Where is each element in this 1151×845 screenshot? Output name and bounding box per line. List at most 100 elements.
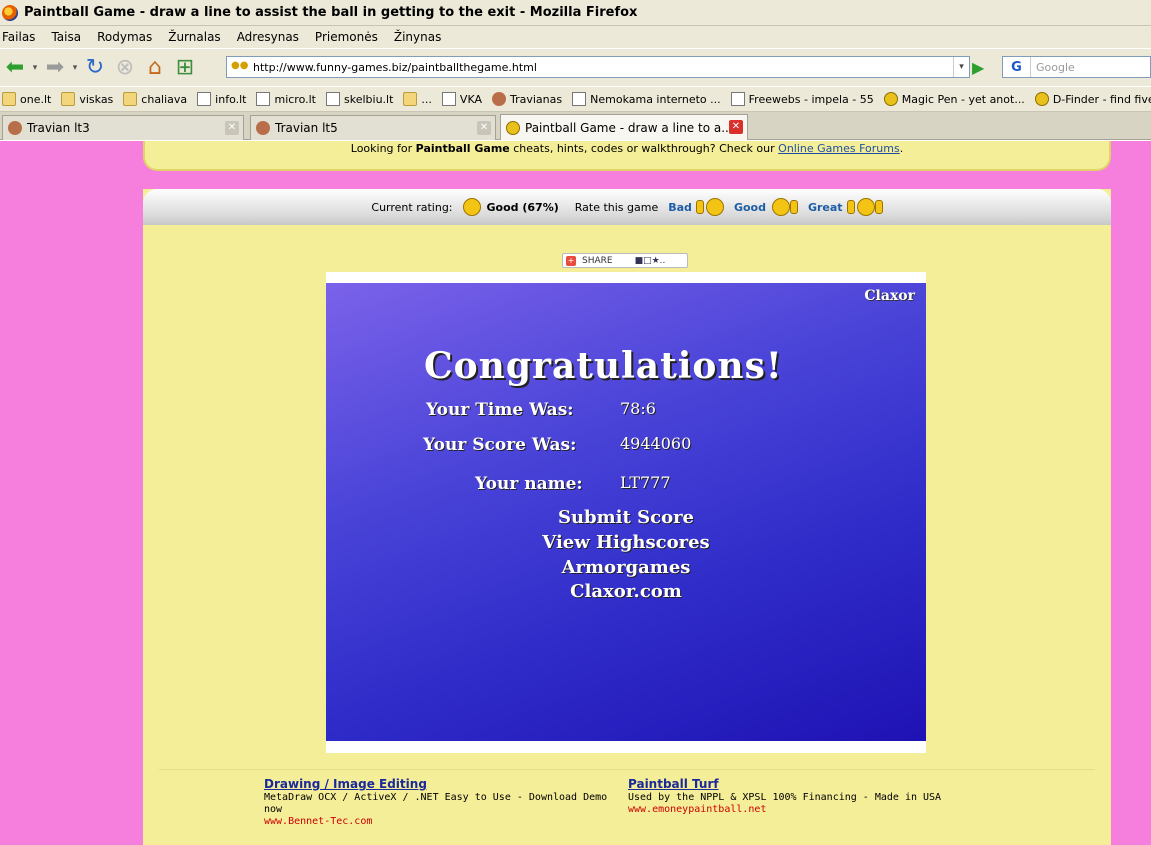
page-icon — [197, 92, 212, 106]
address-history-dropdown-icon[interactable]: ▾ — [953, 57, 969, 77]
page-icon — [730, 92, 745, 106]
sad-face-icon[interactable] — [705, 198, 724, 216]
ad-title-link[interactable]: Paintball Turf — [628, 777, 968, 791]
menu-history[interactable]: Žurnalas — [168, 30, 220, 44]
current-rating-label: Current rating: — [371, 200, 453, 214]
google-engine-icon[interactable]: G — [1003, 57, 1031, 77]
name-label: Your name: — [475, 474, 583, 494]
game-canvas[interactable]: Claxor Congratulations! Your Time Was: 7… — [326, 283, 926, 741]
thumbs-up-icon[interactable] — [874, 200, 883, 214]
share-button[interactable]: + SHARE ■□★.. — [562, 253, 688, 268]
congratulations-heading: Congratulations! — [424, 345, 783, 387]
bookmark-label: Freewebs - impela - 55 — [748, 92, 874, 106]
stop-icon[interactable]: ⊗ — [110, 53, 140, 83]
cool-face-icon[interactable] — [771, 198, 790, 216]
social-icons: ■□★.. — [634, 255, 666, 266]
reload-icon[interactable]: ↻ — [80, 53, 110, 83]
thumbs-down-icon[interactable] — [695, 200, 704, 214]
forward-history-dropdown-icon[interactable]: ▾ — [70, 63, 80, 73]
thumbs-up-icon[interactable] — [846, 200, 855, 214]
menu-edit[interactable]: Taisa — [51, 30, 81, 44]
menu-bookmarks[interactable]: Adresynas — [237, 30, 299, 44]
bookmark-item[interactable]: Travianas — [492, 92, 562, 106]
tab-travian-lt5[interactable]: Travian lt5 ✕ — [250, 115, 496, 140]
plus-icon: + — [566, 255, 576, 266]
bookmark-item[interactable]: viskas — [61, 92, 113, 106]
bookmark-item[interactable]: D-Finder - find five di... — [1034, 92, 1151, 106]
name-input[interactable]: LT777 — [620, 473, 671, 492]
time-label: Your Time Was: — [426, 400, 574, 420]
home-icon[interactable]: ⌂ — [140, 53, 170, 83]
rate-good-link[interactable]: Good — [734, 201, 766, 214]
bookmark-item[interactable]: Freewebs - impela - 55 — [730, 92, 874, 106]
search-input[interactable]: Google — [1036, 61, 1075, 74]
ad-block: Drawing / Image Editing MetaDraw OCX / A… — [264, 777, 614, 827]
menu-help[interactable]: Žinynas — [394, 30, 441, 44]
bookmark-item[interactable]: info.lt — [197, 92, 246, 106]
rate-bad-link[interactable]: Bad — [668, 201, 692, 214]
claxor-logo[interactable]: Claxor — [864, 288, 915, 304]
site-favicon-icon: ●● — [231, 60, 249, 71]
user-icon — [492, 92, 506, 106]
page-icon — [441, 92, 456, 106]
ad-url-link[interactable]: www.emoneypaintball.net — [628, 804, 968, 815]
close-icon[interactable]: ✕ — [477, 121, 491, 135]
notice-middle: cheats, hints, codes or walkthrough? Che… — [509, 142, 779, 155]
bookmark-label: Travianas — [510, 92, 563, 106]
page-icon — [326, 92, 340, 106]
thumbs-up-icon[interactable] — [789, 200, 798, 214]
smile-icon — [506, 120, 520, 135]
notice-suffix: . — [899, 142, 904, 155]
bookmark-item[interactable]: Magic Pen - yet anot... — [883, 92, 1025, 106]
bookmark-item[interactable]: micro.lt — [256, 92, 316, 106]
page-viewport: Looking for Paintball Game cheats, hints… — [0, 141, 1151, 845]
menu-tools[interactable]: Priemonės — [315, 30, 378, 44]
bookmark-item[interactable]: one.lt — [2, 92, 51, 106]
score-value: 4944060 — [620, 434, 692, 453]
claxor-link[interactable]: Claxor.com — [326, 581, 926, 602]
rate-great-link[interactable]: Great — [808, 201, 843, 214]
bookmark-item[interactable]: Nemokama interneto ... — [572, 92, 721, 106]
laughing-face-icon[interactable] — [856, 198, 875, 216]
view-highscores-button[interactable]: View Highscores — [326, 532, 926, 553]
bookmark-label: skelbiu.lt — [344, 92, 394, 106]
submit-score-button[interactable]: Submit Score — [326, 507, 926, 528]
notice-prefix: Looking for — [350, 142, 416, 155]
search-box[interactable]: G Google — [1002, 56, 1151, 78]
back-history-dropdown-icon[interactable]: ▾ — [30, 63, 40, 73]
close-icon[interactable]: ✕ — [225, 121, 239, 135]
navigation-toolbar: ⬅ ▾ ➡ ▾ ↻ ⊗ ⌂ ⊞ ●● http://www.funny-game… — [0, 48, 1151, 86]
tab-label: Travian lt5 — [275, 121, 338, 135]
bookmark-item[interactable]: ... — [403, 92, 432, 106]
forward-arrow-icon[interactable]: ➡ — [40, 53, 70, 83]
bookmark-item[interactable]: skelbiu.lt — [326, 92, 393, 106]
ad-text: now — [264, 804, 283, 815]
bookmark-item[interactable]: VKA — [441, 92, 482, 106]
ads-divider — [159, 769, 1095, 770]
tab-label: Travian lt3 — [27, 121, 90, 135]
ad-text: MetaDraw OCX / ActiveX / .NET Easy to Us… — [264, 792, 608, 803]
armorgames-link[interactable]: Armorgames — [326, 557, 926, 578]
score-label: Your Score Was: — [423, 435, 577, 455]
address-bar[interactable]: ●● http://www.funny-games.biz/paintballt… — [226, 56, 970, 78]
go-arrow-icon[interactable]: ▶ — [972, 58, 992, 78]
window-title: Paintball Game - draw a line to assist t… — [24, 5, 638, 20]
bookmark-item[interactable]: chaliava — [123, 92, 187, 106]
ad-title-link[interactable]: Drawing / Image Editing — [264, 777, 614, 791]
back-arrow-icon[interactable]: ⬅ — [0, 53, 30, 83]
address-input[interactable]: http://www.funny-games.biz/paintballtheg… — [253, 61, 953, 74]
tab-travian-lt3[interactable]: Travian lt3 ✕ — [2, 115, 244, 140]
tab-paintball-game[interactable]: Paintball Game - draw a line to a... ✕ — [500, 114, 748, 140]
menu-view[interactable]: Rodymas — [97, 30, 152, 44]
ad-text: Used by the NPPL & XPSL 100% Financing -… — [628, 792, 942, 803]
rating-bar: Current rating: Good (67%) Rate this gam… — [143, 189, 1111, 225]
menu-file[interactable]: Failas — [2, 30, 35, 44]
bookmarks-toolbar: one.lt viskas chaliava info.lt micro.lt … — [0, 87, 1151, 112]
notice-game-name: Paintball Game — [415, 142, 510, 155]
game-content-panel: Current rating: Good (67%) Rate this gam… — [143, 189, 1111, 845]
ad-url-link[interactable]: www.Bennet-Tec.com — [264, 816, 614, 827]
forums-link[interactable]: Online Games Forums — [778, 142, 900, 155]
bookmark-add-icon[interactable]: ⊞ — [170, 53, 200, 83]
close-icon[interactable]: ✕ — [729, 120, 743, 134]
menu-bar: Failas Taisa Rodymas Žurnalas Adresynas … — [0, 26, 1151, 48]
